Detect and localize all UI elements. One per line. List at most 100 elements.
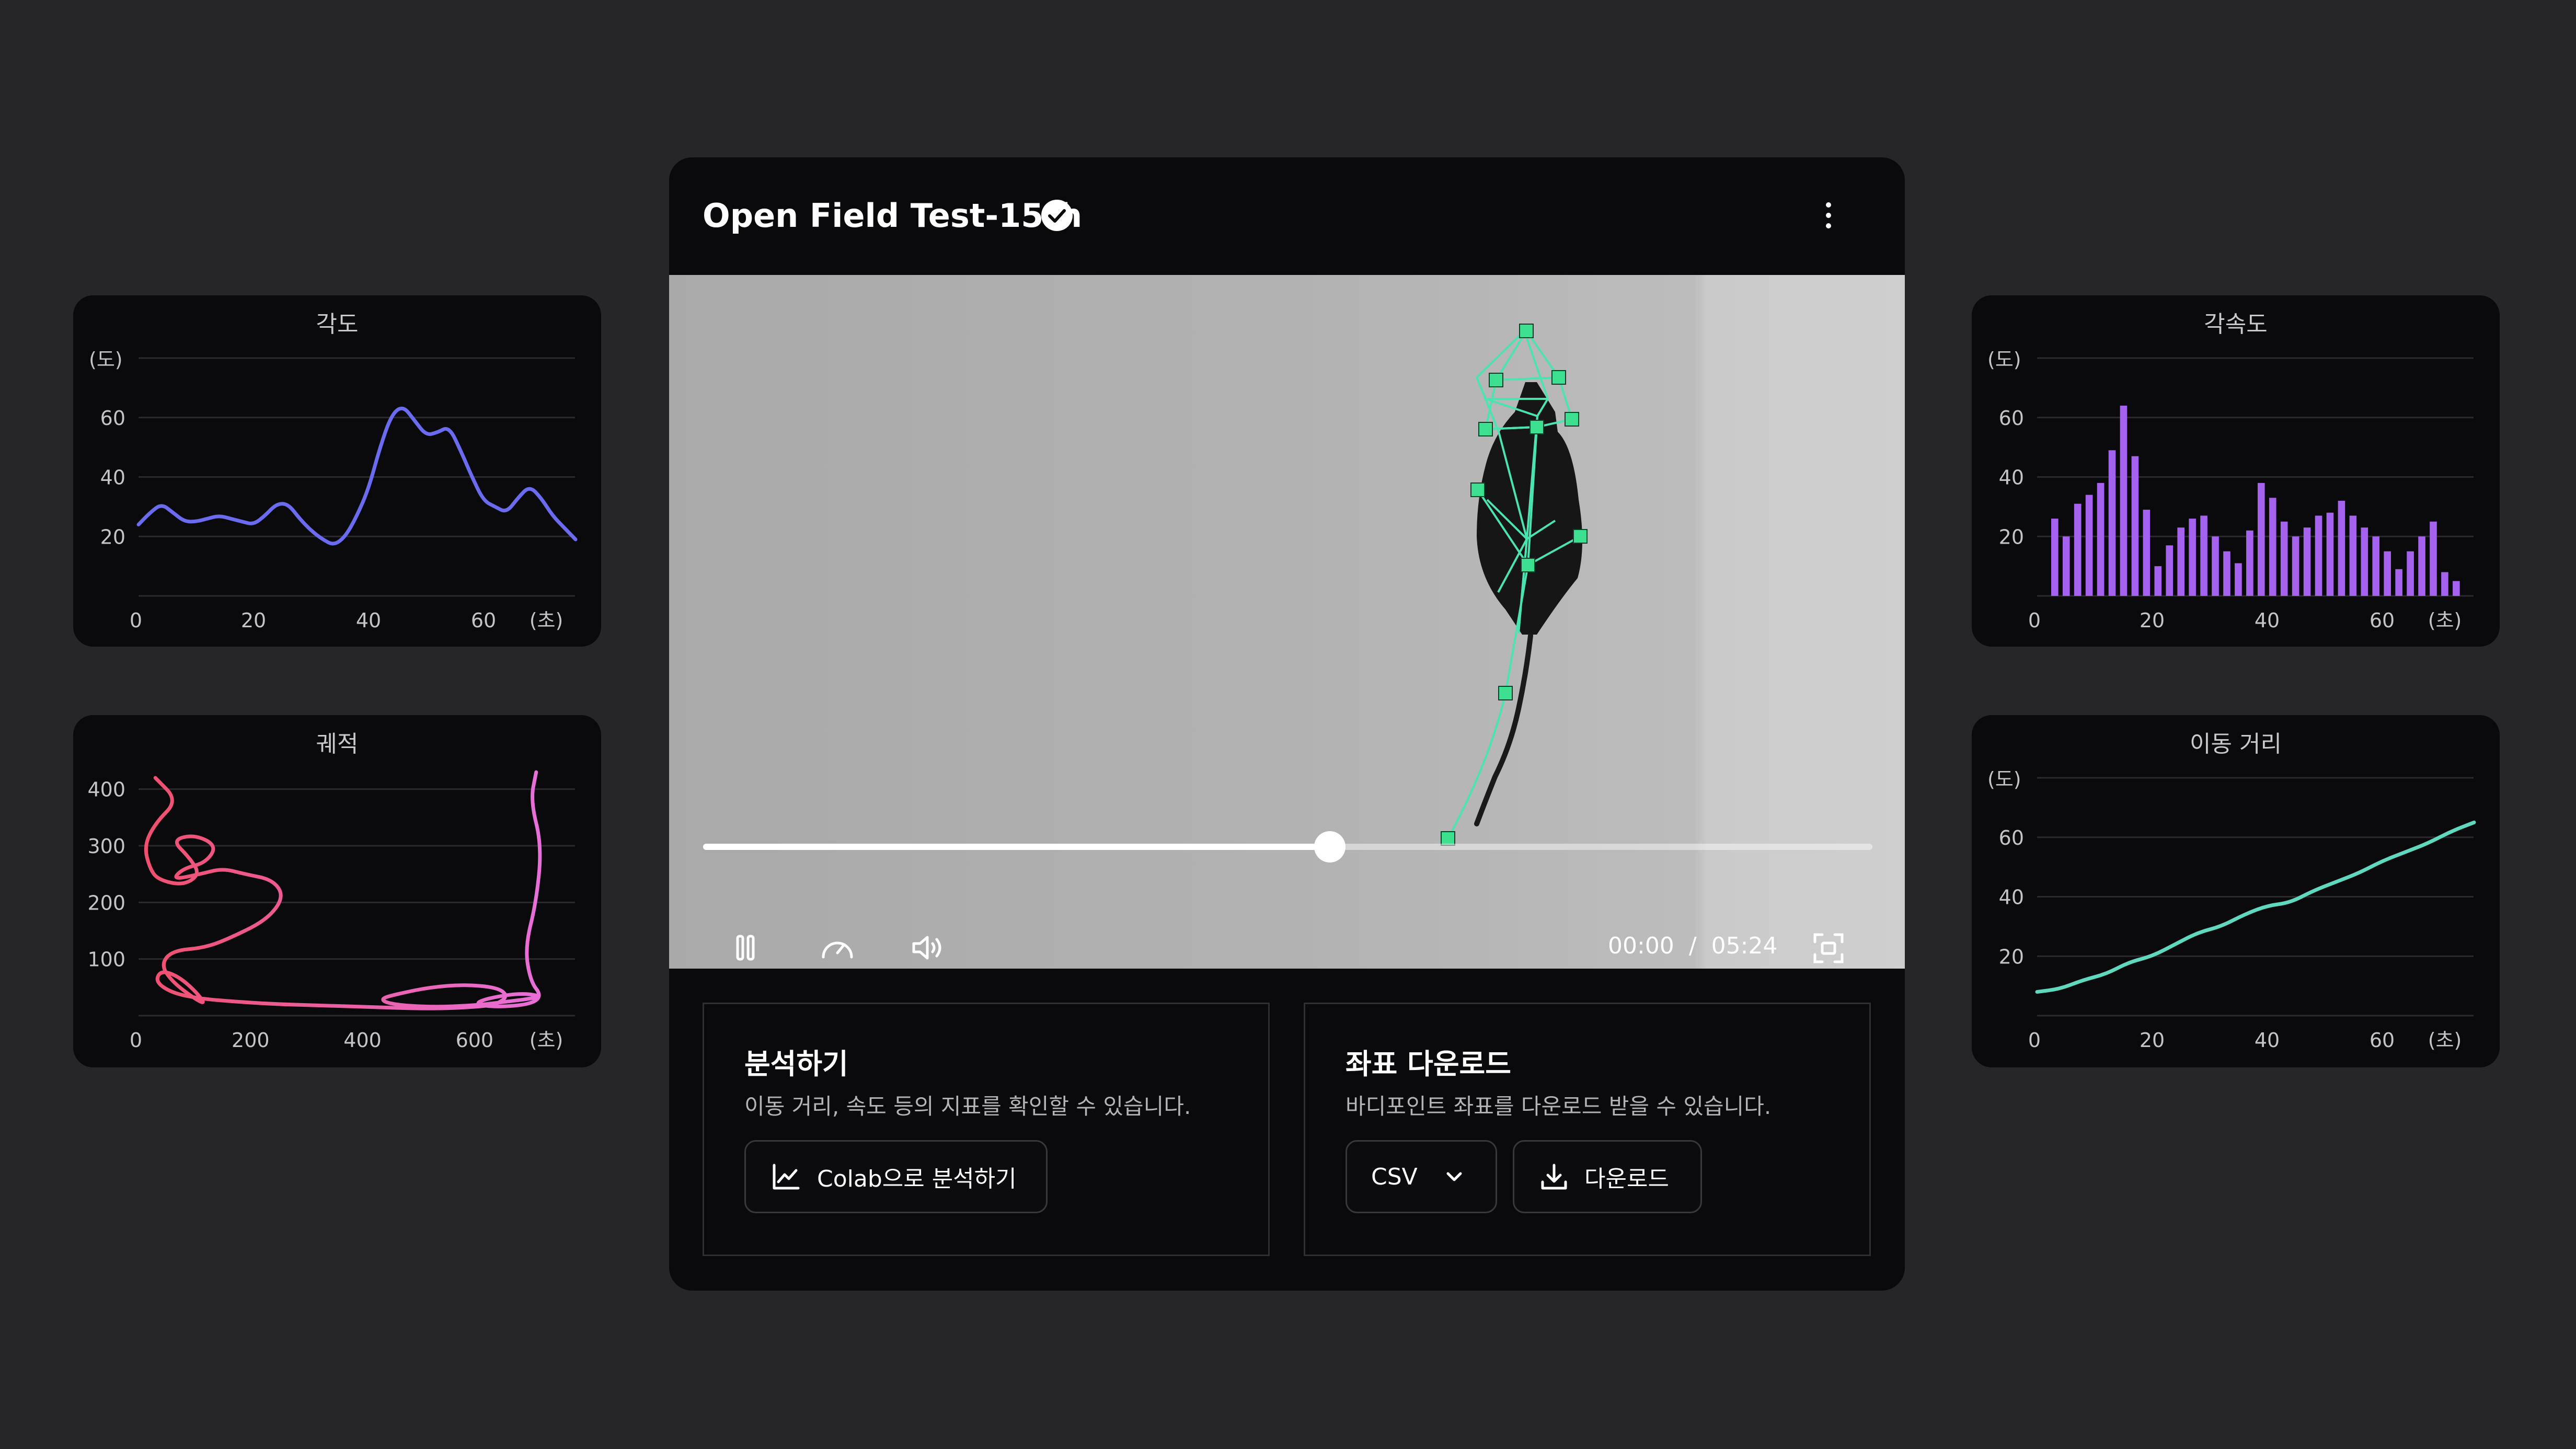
bar (2361, 527, 2368, 596)
bar (2108, 450, 2116, 596)
trajectory-chart-card: 궤적 100 200 300 400 0 200 400 600 (초) (73, 715, 601, 1067)
more-options-icon[interactable] (1818, 196, 1839, 237)
angular-velocity-chart: 각속도 20 40 60 (도) 0 20 40 60 (초) (1987, 311, 2474, 632)
bar (2258, 482, 2265, 596)
bar (2223, 551, 2230, 596)
bar (2074, 503, 2082, 596)
analyze-title: 분석하기 (744, 1048, 848, 1080)
y-tick-label: 100 (87, 948, 125, 971)
bar (2269, 498, 2276, 596)
bar (2338, 501, 2345, 596)
current-time: 00:00 (1608, 933, 1674, 959)
x-tick-label: 200 (232, 1029, 270, 1052)
verified-icon (1041, 200, 1073, 231)
download-button[interactable]: 다운로드 (1513, 1140, 1702, 1213)
bar (2177, 527, 2184, 596)
series-line (2035, 820, 2476, 994)
bar (2062, 536, 2070, 596)
bar (2384, 551, 2391, 596)
x-axis-label: (초) (2428, 609, 2462, 632)
fullscreen-icon[interactable] (1812, 932, 1845, 965)
download-description: 바디포인트 좌표를 다운로드 받을 수 있습니다. (1346, 1094, 1772, 1119)
playback-speed-icon[interactable] (819, 932, 856, 963)
bar (2372, 536, 2380, 596)
bar (2120, 406, 2128, 596)
player-header: Open Field Test-15th (669, 157, 1905, 275)
x-axis-label: (초) (2428, 1029, 2462, 1052)
y-axis-label: (도) (1987, 348, 2021, 371)
x-tick-label: 0 (130, 1029, 142, 1052)
time-separator: / (1688, 933, 1697, 959)
bar (2051, 519, 2058, 596)
bar (2280, 521, 2288, 596)
bar (2246, 530, 2253, 596)
progress-track[interactable] (703, 831, 1872, 862)
x-tick-label: 0 (130, 609, 142, 632)
pause-icon[interactable] (730, 932, 762, 963)
video-frame[interactable]: 00:00 / 05:24 (669, 275, 1905, 969)
bar (2166, 545, 2174, 596)
x-axis-label: (초) (530, 1029, 564, 1052)
bar (2303, 527, 2311, 596)
download-title: 좌표 다운로드 (1346, 1048, 1511, 1080)
download-icon (1541, 1164, 1567, 1190)
bar (2349, 515, 2357, 596)
angle-chart: 각도 20 40 60 (도) 0 20 40 60 (초) (89, 311, 578, 632)
volume-icon[interactable] (911, 932, 947, 963)
action-panels: 분석하기 이동 거리, 속도 등의 지표를 확인할 수 있습니다. Colab으… (669, 969, 1905, 1291)
y-tick-label: 40 (1999, 886, 2024, 909)
bar (2097, 482, 2104, 596)
bar (2430, 521, 2437, 596)
chart-title: 각도 (316, 311, 359, 338)
duration: 05:24 (1711, 933, 1778, 959)
x-tick-label: 20 (2140, 609, 2165, 632)
y-tick-label: 40 (1999, 466, 2024, 489)
x-tick-label: 40 (2255, 1029, 2280, 1052)
download-button-label: 다운로드 (1584, 1166, 1669, 1192)
bar (2143, 510, 2150, 596)
bar (2292, 536, 2299, 596)
analyze-description: 이동 거리, 속도 등의 지표를 확인할 수 있습니다. (744, 1094, 1191, 1119)
y-axis-label: (도) (1987, 768, 2021, 791)
bar (2418, 536, 2425, 596)
bar (2189, 519, 2196, 596)
x-tick-label: 60 (2370, 1029, 2395, 1052)
video-title: Open Field Test-15th (703, 197, 1083, 235)
x-tick-label: 20 (2140, 1029, 2165, 1052)
x-tick-label: 20 (241, 609, 266, 632)
bar (2212, 536, 2219, 596)
x-axis-label: (초) (530, 609, 564, 632)
trajectory-chart: 궤적 100 200 300 400 0 200 400 600 (초) (87, 731, 575, 1052)
chevron-down-icon (1446, 1172, 1462, 1181)
analyze-panel: 분석하기 이동 거리, 속도 등의 지표를 확인할 수 있습니다. Colab으… (703, 1003, 1270, 1256)
trajectory-path (144, 770, 542, 1010)
colab-button-label: Colab으로 분석하기 (817, 1166, 1017, 1192)
series-line (136, 406, 578, 546)
distance-chart-card: 이동 거리 20 40 60 (도) 0 20 40 60 (초) (1972, 715, 2500, 1067)
bar (2453, 581, 2460, 596)
bar (2154, 566, 2162, 596)
y-tick-label: 200 (87, 891, 125, 914)
progress-fill (703, 844, 1330, 850)
progress-knob[interactable] (1314, 831, 1346, 862)
format-select-value: CSV (1371, 1163, 1418, 1190)
bar (2085, 494, 2093, 596)
bar (2235, 563, 2242, 596)
y-tick-label: 20 (1999, 525, 2024, 548)
bar (2315, 515, 2322, 596)
bar (2407, 551, 2414, 596)
chart-title: 각속도 (2204, 311, 2267, 338)
bar (2395, 569, 2402, 596)
x-tick-label: 600 (456, 1029, 494, 1052)
y-tick-label: 300 (87, 835, 125, 858)
colab-analyze-button[interactable]: Colab으로 분석하기 (744, 1140, 1048, 1213)
time-display: 00:00 / 05:24 (1608, 933, 1777, 959)
format-select[interactable]: CSV (1346, 1140, 1497, 1213)
x-tick-label: 0 (2028, 1029, 2041, 1052)
y-tick-label: 400 (87, 778, 125, 801)
chart-title: 궤적 (316, 731, 359, 757)
bar (2326, 512, 2334, 596)
x-tick-label: 60 (2370, 609, 2395, 632)
x-tick-label: 400 (343, 1029, 382, 1052)
angle-chart-card: 각도 20 40 60 (도) 0 20 40 60 (초) (73, 295, 601, 647)
